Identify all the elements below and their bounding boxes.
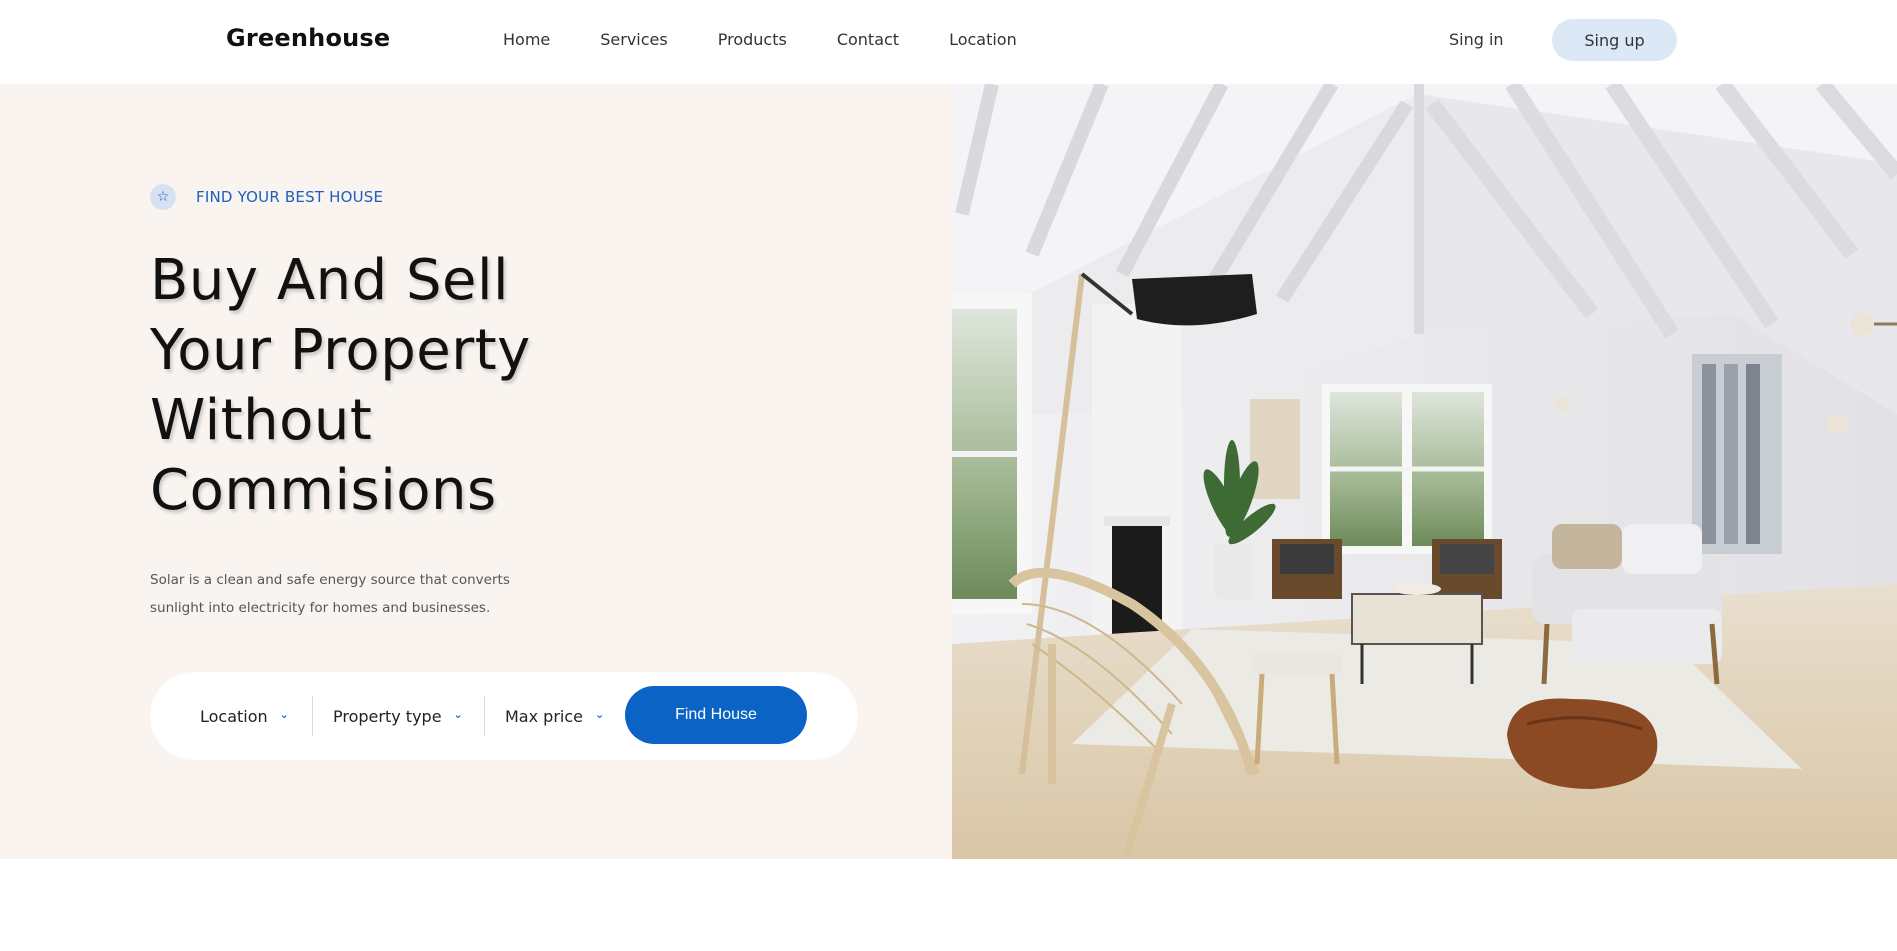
- logo[interactable]: Greenhouse: [226, 24, 390, 52]
- signup-button[interactable]: Sing up: [1552, 19, 1677, 61]
- location-dropdown-label: Location: [200, 706, 268, 726]
- headline-line: Buy And Sell: [150, 248, 510, 313]
- headline-line: Your Property: [150, 318, 531, 383]
- description-line: sunlight into electricity for homes and …: [150, 600, 491, 616]
- property-type-dropdown-label: Property type: [333, 706, 442, 726]
- headline-line: Without: [150, 388, 373, 453]
- hero-headline: Buy And Sell Your Property Without Commi…: [150, 246, 610, 526]
- nav-links: Home Services Products Contact Location: [503, 30, 1067, 49]
- max-price-dropdown[interactable]: Max price ⌄: [505, 672, 604, 760]
- description-line: Solar is a clean and safe energy source …: [150, 572, 510, 588]
- eyebrow-text: FIND YOUR BEST HOUSE: [196, 188, 384, 206]
- find-house-button[interactable]: Find House: [625, 686, 807, 744]
- property-search-bar: Location ⌄ Property type ⌄ Max price ⌄ F…: [150, 672, 858, 760]
- divider: [484, 696, 485, 736]
- nav-link-location[interactable]: Location: [949, 30, 1017, 49]
- hero-description: Solar is a clean and safe energy source …: [150, 566, 530, 622]
- signin-link[interactable]: Sing in: [1449, 30, 1504, 49]
- nav-link-contact[interactable]: Contact: [837, 30, 899, 49]
- headline-line: Commisions: [150, 458, 497, 523]
- divider: [312, 696, 313, 736]
- nav-link-services[interactable]: Services: [600, 30, 667, 49]
- nav-link-products[interactable]: Products: [718, 30, 787, 49]
- navbar: Greenhouse Home Services Products Contac…: [0, 0, 1897, 84]
- chevron-down-icon: ⌄: [279, 707, 289, 721]
- nav-link-home[interactable]: Home: [503, 30, 550, 49]
- hero-section: ☆ FIND YOUR BEST HOUSE Buy And Sell Your…: [0, 84, 952, 859]
- property-type-dropdown[interactable]: Property type ⌄: [333, 672, 463, 760]
- star-icon: ☆: [150, 184, 176, 210]
- chevron-down-icon: ⌄: [594, 707, 605, 721]
- location-dropdown[interactable]: Location ⌄: [200, 672, 289, 760]
- max-price-dropdown-label: Max price: [505, 706, 583, 726]
- hero-eyebrow: ☆ FIND YOUR BEST HOUSE: [150, 184, 383, 210]
- hero-interior-photo: [952, 84, 1897, 859]
- chevron-down-icon: ⌄: [453, 707, 463, 721]
